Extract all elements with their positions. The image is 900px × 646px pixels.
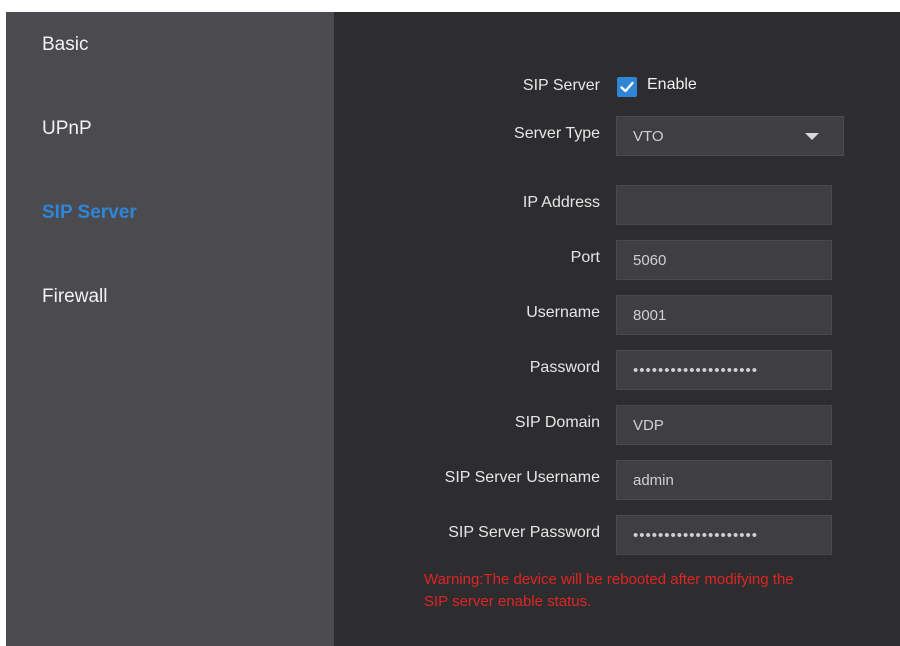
port-label: Port xyxy=(570,249,600,266)
sip-server-username-label: SIP Server Username xyxy=(444,469,600,486)
sip-server-label: SIP Server xyxy=(522,77,600,94)
sidebar-item-basic[interactable]: Basic xyxy=(42,34,88,56)
sidebar-item-upnp[interactable]: UPnP xyxy=(42,118,92,140)
username-input[interactable] xyxy=(616,295,832,335)
warning-line-2: SIP server enable status. xyxy=(424,593,592,610)
settings-window: Basic UPnP SIP Server Firewall SIP Serve… xyxy=(6,12,900,646)
ip-address-input[interactable] xyxy=(616,185,832,225)
sip-server-password-label: SIP Server Password xyxy=(448,524,600,541)
port-input[interactable] xyxy=(616,240,832,280)
dropdown-arrow-icon xyxy=(805,133,819,140)
warning-line-1: Warning:The device will be rebooted afte… xyxy=(424,571,794,588)
sip-server-enable-checkbox[interactable] xyxy=(617,77,637,97)
sidebar: Basic UPnP SIP Server Firewall xyxy=(6,12,334,646)
sip-domain-input[interactable] xyxy=(616,405,832,445)
enable-label[interactable]: Enable xyxy=(647,76,697,94)
sip-server-settings-panel: SIP Server Enable Server Type VTO IP Add… xyxy=(334,12,900,646)
password-input[interactable] xyxy=(616,350,832,390)
sidebar-item-sip-server[interactable]: SIP Server xyxy=(42,202,137,224)
username-label: Username xyxy=(526,304,600,321)
server-type-label: Server Type xyxy=(514,125,600,142)
ip-address-label: IP Address xyxy=(522,194,600,211)
sidebar-item-firewall[interactable]: Firewall xyxy=(42,286,107,308)
server-type-select[interactable]: VTO xyxy=(616,116,844,156)
server-type-value: VTO xyxy=(633,128,664,145)
sip-domain-label: SIP Domain xyxy=(514,414,600,431)
sip-server-password-input[interactable] xyxy=(616,515,832,555)
sip-server-username-input[interactable] xyxy=(616,460,832,500)
reboot-warning: Warning:The device will be rebooted afte… xyxy=(424,569,900,613)
checkmark-icon xyxy=(620,81,634,93)
password-label: Password xyxy=(529,359,600,376)
